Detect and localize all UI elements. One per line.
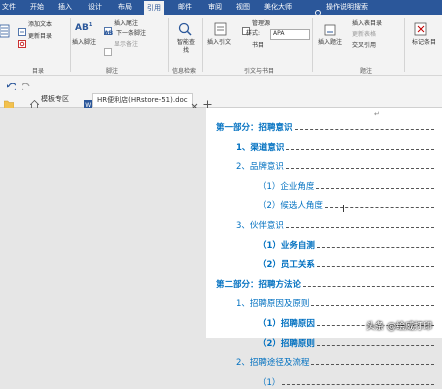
toc-leader-line [311, 305, 434, 307]
toc-leader-line [286, 148, 434, 150]
text-cursor-icon: I [342, 204, 345, 215]
tell-me-search[interactable]: 操作说明搜索 [326, 2, 368, 13]
home-icon [29, 94, 40, 109]
new-tab-plus-icon[interactable] [203, 94, 212, 109]
update-toc-button[interactable]: 更新目录 [28, 33, 52, 41]
ribbon: 添加文本 更新目录 目录 AB1 插入脚注 插入尾注 AB 下一条脚注 显示备注… [0, 15, 442, 76]
research-group-label: 信息检索 [172, 68, 197, 75]
word-doc-icon: W [84, 94, 92, 109]
insert-footnote-button[interactable]: 插入脚注 [72, 39, 96, 47]
footnote-ab-icon: AB1 [75, 22, 93, 33]
redo-icon[interactable] [20, 78, 32, 92]
quick-access-toolbar [0, 76, 442, 94]
bibliography-button[interactable]: 书目 [252, 42, 264, 50]
add-text-button[interactable]: 添加文本 [28, 21, 52, 29]
smart-lookup-button[interactable]: 智能查找 [176, 39, 196, 55]
group-separator [404, 18, 405, 72]
insert-citation-button[interactable]: 插入引文 [207, 39, 231, 47]
mark-entry-icon [414, 21, 428, 36]
citations-group-label: 引文与书目 [244, 68, 275, 75]
manage-sources-icon [242, 20, 250, 35]
undo-icon[interactable] [6, 78, 18, 92]
toc-leader-line [303, 285, 434, 287]
toc-entry[interactable]: （2）候选人角度 [258, 200, 323, 212]
document-page[interactable]: ↵ 第一部分：招聘意识 1、渠道意识 2、品牌意识 （1）企业角度 （2）候选人角度 3、… [206, 108, 442, 388]
toc-leader-line [317, 266, 434, 268]
toc-entry[interactable]: （1）企业角度 [258, 181, 314, 193]
paragraph-mark: ↵ [374, 110, 380, 118]
update-toc-icon [18, 33, 26, 48]
toc-entry[interactable]: 1、渠道意识 [236, 142, 284, 154]
toc-leader-line [282, 383, 434, 385]
update-table-button[interactable]: 更新表格 [352, 31, 376, 39]
tab-view[interactable]: 视图 [236, 2, 250, 13]
table-of-contents-icon[interactable] [0, 23, 10, 38]
toc-leader-line [286, 227, 434, 228]
tab-insert[interactable]: 插入 [58, 2, 72, 13]
toc-entry[interactable]: （1）招聘原因 [258, 318, 315, 330]
mark-entry-button[interactable]: 标记条目 [412, 39, 436, 47]
tab-template-zone[interactable]: 模板专区 [41, 93, 69, 106]
group-separator [312, 18, 313, 72]
smart-lookup-icon[interactable] [178, 21, 192, 36]
lightbulb-icon [314, 3, 322, 17]
toc-leader-line [295, 129, 434, 130]
footnote-group-label: 脚注 [106, 68, 119, 75]
tab-beautify-master[interactable]: 美化大师 [264, 2, 292, 13]
captions-group-label: 题注 [360, 68, 373, 75]
add-text-icon [18, 21, 26, 36]
toc-entry[interactable]: （1）业务自测 [258, 240, 315, 252]
tab-references[interactable]: 引用 [144, 1, 164, 15]
show-notes-button[interactable]: 显示备注 [114, 41, 138, 49]
citation-style-dropdown[interactable]: APA [270, 29, 310, 40]
folder-icon[interactable] [3, 94, 15, 110]
tab-home[interactable]: 开始 [30, 2, 44, 13]
toc-entry[interactable]: （2）员工关系 [258, 259, 315, 271]
toc-leader-line [317, 246, 434, 248]
manage-sources-button[interactable]: 管理源 [252, 20, 270, 28]
insert-table-of-figures-button[interactable]: 插入表目录 [352, 20, 382, 28]
customize-toolbar-icon[interactable] [38, 80, 44, 94]
close-tab-icon[interactable] [191, 95, 198, 110]
endnote-icon [104, 20, 112, 35]
toc-entry[interactable]: 第一部分：招聘意识 [216, 122, 293, 134]
group-separator [168, 18, 169, 72]
show-notes-icon [104, 41, 112, 56]
toc-entry[interactable]: 2、招聘途径及流程 [236, 357, 309, 369]
group-separator [202, 18, 203, 72]
toc-group-label: 目录 [32, 68, 45, 75]
toc-leader-line [317, 344, 434, 346]
tab-design[interactable]: 设计 [88, 2, 102, 13]
toc-leader-line [286, 168, 434, 170]
document-tab-bar: 模板专区 W HR便利店(HRstore-51).doc [0, 90, 442, 110]
tab-review[interactable]: 审阅 [208, 2, 222, 13]
tab-layout[interactable]: 布局 [118, 2, 132, 13]
insert-endnote-button[interactable]: 插入尾注 [114, 20, 138, 28]
toc-leader-line [311, 364, 434, 366]
insert-caption-icon [324, 21, 336, 36]
toc-entry[interactable]: 3、伙伴意识 [236, 220, 284, 232]
toc-entry[interactable]: 1、招聘原因及原则 [236, 298, 309, 310]
toc-entry[interactable]: （1） [258, 377, 280, 389]
group-separator [70, 18, 71, 72]
insert-citation-icon [214, 21, 228, 36]
cross-reference-button[interactable]: 交叉引用 [352, 42, 376, 50]
ribbon-tab-bar: 文件 开始 插入 设计 布局 引用 邮件 审阅 视图 美化大师 操作说明搜索 [0, 0, 442, 17]
next-footnote-button[interactable]: 下一条脚注 [116, 30, 146, 38]
toc-entry[interactable]: （2）招聘原则 [258, 338, 315, 350]
insert-caption-button[interactable]: 插入题注 [318, 39, 342, 47]
toc-entry[interactable]: 2、品牌意识 [236, 161, 284, 173]
next-footnote-icon: AB [104, 30, 114, 37]
tab-document[interactable]: HR便利店(HRstore-51).doc [92, 93, 193, 107]
style-label: 样式: [246, 30, 261, 37]
tab-file[interactable]: 文件 [2, 2, 16, 13]
toc-leader-line [316, 187, 434, 189]
watermark: 头条 @绘威打印 [366, 322, 432, 332]
document-background [0, 108, 206, 338]
toc-entry[interactable]: 第二部分：招聘方法论 [216, 279, 301, 291]
tab-mailings[interactable]: 邮件 [178, 2, 192, 13]
